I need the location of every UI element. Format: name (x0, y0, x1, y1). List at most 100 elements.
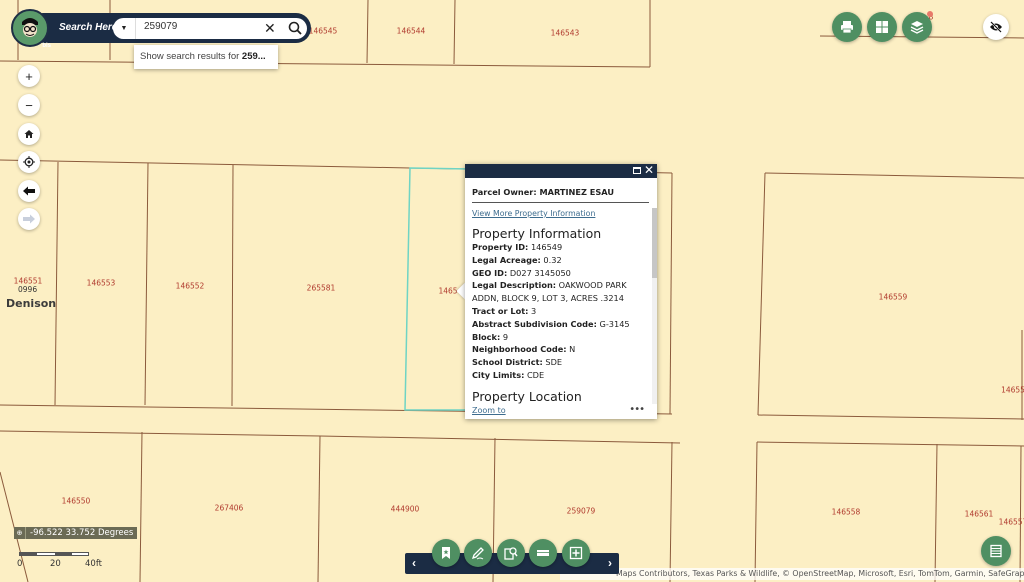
parcel-line (453, 0, 456, 65)
field-value: D027 3145050 (509, 267, 571, 278)
field-value: 3 (531, 305, 537, 316)
parcel-label: 1465 (438, 286, 458, 296)
search-suggestion[interactable]: Show search results for 259... (134, 45, 278, 69)
parcel-line (231, 164, 234, 407)
add-data-button[interactable] (562, 539, 590, 567)
parcel-label: 14655 (1001, 385, 1024, 395)
suggestion-term: 259... (241, 51, 266, 62)
next-extent-button[interactable] (18, 208, 40, 230)
field-label: GEO ID: (472, 267, 508, 278)
eye-off-icon (990, 21, 1002, 33)
attribute-table-button[interactable] (981, 536, 1011, 566)
grid-icon (876, 21, 888, 33)
parcel-line (756, 441, 1024, 447)
property-location-heading: Property Location (472, 388, 582, 404)
search-input[interactable] (144, 21, 254, 32)
property-field: Block: 9 (472, 331, 649, 344)
parcel-label: 146558 (831, 507, 861, 517)
scale-bar (19, 552, 89, 556)
notification-dot (927, 11, 933, 17)
plus-icon: + (25, 68, 33, 84)
coordinate-tool-icon[interactable]: ⊕ (14, 527, 26, 539)
property-information-heading: Property Information (472, 226, 602, 241)
query-button[interactable] (497, 539, 525, 567)
parcel-label: 146553 (86, 278, 116, 288)
property-field: School District: SDE (472, 356, 649, 369)
maximize-icon[interactable] (633, 167, 641, 174)
locate-button[interactable] (18, 151, 40, 173)
popup-body[interactable]: Parcel Owner: MARTINEZ ESAU View More Pr… (472, 178, 649, 404)
view-more-info-link[interactable]: View More Property Information (472, 209, 649, 218)
parcel-line (139, 431, 143, 582)
app-logo[interactable]: bis (11, 9, 51, 49)
property-field: GEO ID: D027 3145050 (472, 267, 649, 280)
field-label: City Limits: (472, 369, 525, 380)
field-value: CDE (526, 369, 545, 380)
scale-label: 40ft (85, 559, 102, 569)
parcel-label: 146557 (998, 517, 1024, 527)
map-attribution: Maps Contributors, Texas Parks & Wildlif… (560, 568, 1024, 580)
zoom-out-button[interactable]: − (18, 94, 40, 116)
property-field: Neighborhood Code: N (472, 343, 649, 356)
popup-header: ✕ (465, 163, 657, 178)
home-button[interactable] (18, 123, 40, 145)
toggle-visibility-button[interactable] (983, 14, 1009, 40)
parcel-line (669, 172, 673, 415)
search-scope-dropdown[interactable]: ▼ (113, 18, 135, 39)
property-field: Property ID: 146549 (472, 241, 649, 254)
field-label: Tract or Lot: (472, 305, 529, 316)
field-label: Block: (472, 331, 501, 342)
coordinate-readout: ⊕ -96.522 33.752 Degrees (14, 527, 138, 539)
measure-button[interactable] (529, 539, 557, 567)
field-label: Abstract Subdivision Code: (472, 318, 597, 329)
coordinate-text: -96.522 33.752 Degrees (30, 528, 134, 538)
property-field: Tract or Lot: 3 (472, 305, 649, 318)
field-value: 0.32 (543, 254, 562, 265)
popup-footer: Zoom to ••• (465, 404, 657, 419)
forward-arrow-icon (23, 214, 35, 224)
minus-icon: − (25, 97, 33, 113)
previous-extent-button[interactable] (18, 180, 40, 202)
toolbar-next-icon[interactable]: › (608, 556, 612, 570)
search-icon[interactable] (286, 19, 304, 37)
parcel-label: 146544 (396, 26, 426, 36)
zoom-to-link[interactable]: Zoom to (472, 406, 506, 415)
parcel-label: 146545 (308, 26, 338, 36)
more-actions-icon[interactable]: ••• (629, 404, 645, 415)
scale-label: 0 (17, 559, 23, 569)
parcel-line (1019, 445, 1022, 582)
field-value: N (569, 344, 576, 355)
parcel-line (669, 441, 673, 582)
owner-label: Parcel Owner: (472, 187, 537, 197)
print-button[interactable] (832, 12, 862, 42)
layers-icon (910, 21, 924, 34)
scale-label: 20 (50, 559, 61, 569)
parcel-label: 444900 (390, 504, 420, 514)
popup-scrollbar-thumb[interactable] (652, 208, 657, 278)
parcel-label: 146543 (550, 28, 580, 38)
zoom-in-button[interactable]: + (18, 65, 40, 87)
caret-down-icon: ▼ (120, 25, 128, 32)
toolbar-prev-icon[interactable]: ‹ (412, 556, 416, 570)
bookmark-icon (442, 547, 450, 559)
property-fields: Property ID: 146549 Legal Acreage: 0.32 GE… (472, 241, 649, 382)
draw-button[interactable] (464, 539, 492, 567)
layer-list-button[interactable] (902, 11, 933, 42)
parcel-line (0, 430, 681, 444)
parcel-line (54, 161, 59, 406)
clear-search-icon[interactable]: ✕ (264, 20, 276, 36)
mascot-icon (22, 18, 38, 37)
suggestion-prefix: Show search results for (140, 51, 242, 62)
logo-badge: bis (42, 43, 51, 49)
measure-icon (537, 550, 549, 556)
parcel-line (757, 414, 1024, 420)
table-icon (990, 544, 1002, 558)
bookmarks-button[interactable] (432, 539, 460, 567)
basemap-gallery-button[interactable] (867, 12, 897, 42)
parcel-line (366, 0, 369, 64)
property-field: Legal Acreage: 0.32 (472, 254, 649, 267)
parcel-label: 146559 (878, 292, 908, 302)
locate-icon (23, 156, 35, 168)
parcel-line (754, 441, 758, 582)
close-icon[interactable]: ✕ (644, 163, 654, 177)
